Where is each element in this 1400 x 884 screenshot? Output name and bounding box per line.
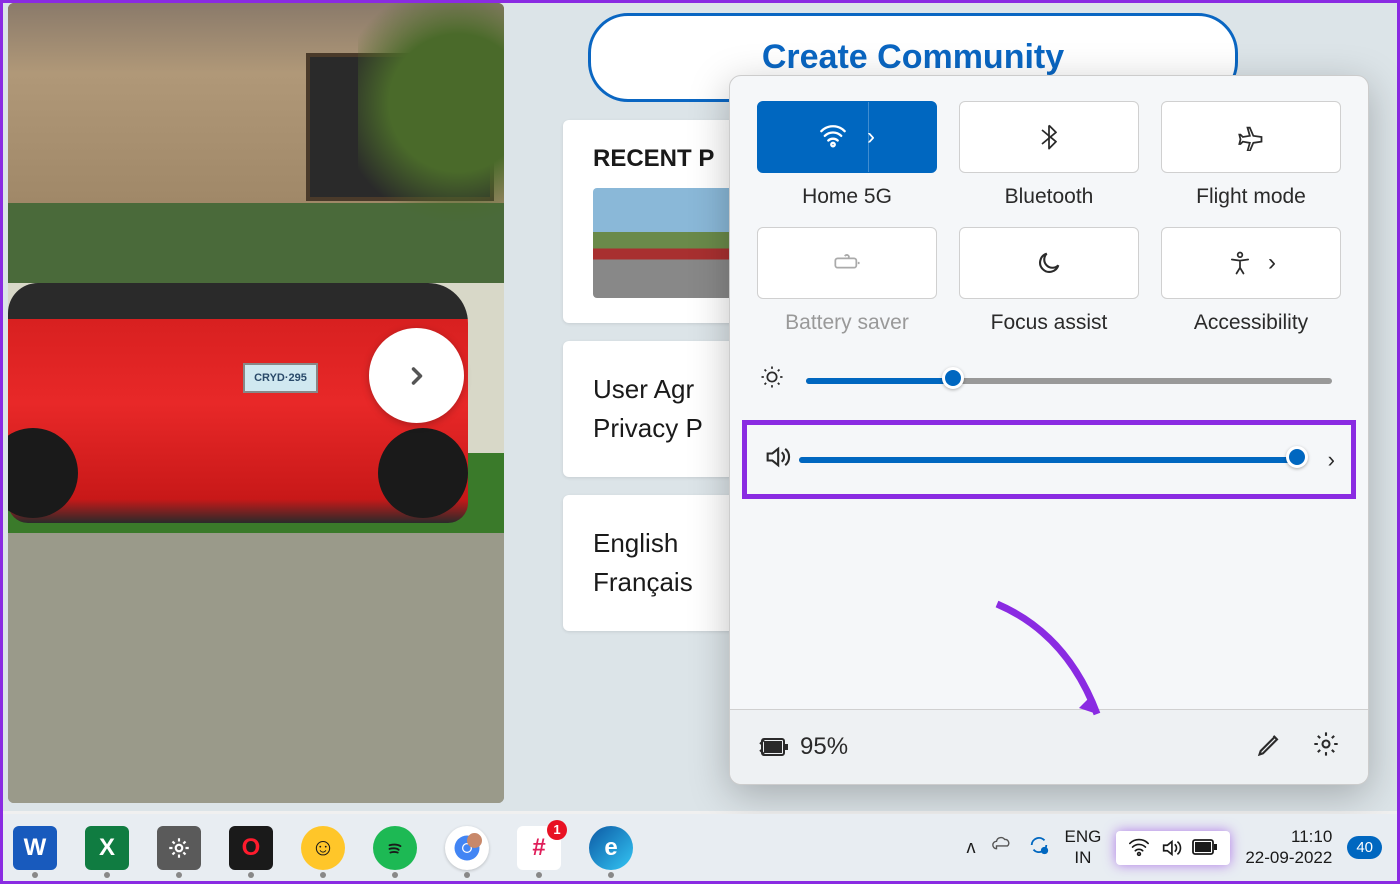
battery-saver-icon (833, 249, 861, 277)
battery-saver-label: Battery saver (785, 311, 909, 335)
next-image-button[interactable] (369, 328, 464, 423)
speaker-icon (763, 443, 791, 476)
chevron-right-icon: › (1268, 249, 1276, 277)
battery-saver-toggle[interactable] (757, 227, 937, 299)
taskbar-app-word[interactable]: W (13, 826, 57, 870)
flight-mode-toggle[interactable] (1161, 101, 1341, 173)
recent-post-thumbnail[interactable] (593, 188, 743, 298)
taskbar-app-opera[interactable]: O (229, 826, 273, 870)
gear-icon (1312, 730, 1340, 758)
accessibility-icon (1226, 249, 1254, 277)
taskbar-app-chrome[interactable] (445, 826, 489, 870)
battery-icon (1192, 839, 1218, 857)
airplane-icon (1237, 123, 1265, 151)
tray-show-hidden-icon[interactable]: ʌ (967, 837, 976, 858)
volume-output-button[interactable]: › (1328, 447, 1335, 473)
annotation-arrow (977, 584, 1127, 739)
tray-clock[interactable]: 11:10 22-09-2022 (1245, 827, 1332, 868)
chrome-icon (452, 833, 482, 863)
wifi-toggle[interactable]: › (757, 101, 937, 173)
tray-sync-icon[interactable] (1028, 834, 1050, 861)
focus-assist-toggle[interactable] (959, 227, 1139, 299)
taskbar: W X O ☺ # 1 e ʌ ENG (3, 814, 1397, 881)
tray-notification-count[interactable]: 40 (1347, 836, 1382, 859)
gear-icon (166, 835, 192, 861)
tray-onedrive-icon[interactable] (991, 834, 1013, 861)
edit-quick-settings-button[interactable] (1256, 730, 1284, 765)
taskbar-app-basecamp[interactable]: ☺ (301, 826, 345, 870)
brightness-slider[interactable] (806, 378, 1332, 384)
bluetooth-label: Bluetooth (1005, 185, 1094, 209)
chevron-right-icon (403, 362, 431, 390)
wifi-label: Home 5G (802, 185, 892, 209)
bluetooth-toggle[interactable] (959, 101, 1139, 173)
accessibility-label: Accessibility (1194, 311, 1308, 335)
license-plate: CRYD·295 (243, 363, 318, 393)
taskbar-app-edge[interactable]: e (589, 826, 633, 870)
volume-slider[interactable] (799, 457, 1302, 463)
post-image[interactable]: CRYD·295 (8, 3, 504, 803)
spotify-icon (384, 837, 406, 859)
taskbar-app-spotify[interactable] (373, 826, 417, 870)
flight-mode-label: Flight mode (1196, 185, 1306, 209)
taskbar-app-excel[interactable]: X (85, 826, 129, 870)
battery-status[interactable]: 95% (758, 733, 848, 761)
moon-icon (1035, 249, 1063, 277)
focus-assist-label: Focus assist (991, 311, 1108, 335)
desktop-content: CRYD·295 Create Community RECENT P User … (3, 3, 1397, 811)
accessibility-toggle[interactable]: › (1161, 227, 1341, 299)
brightness-row (730, 355, 1368, 406)
pencil-icon (1256, 730, 1284, 758)
taskbar-app-settings[interactable] (157, 826, 201, 870)
bluetooth-icon (1035, 123, 1063, 151)
settings-button[interactable] (1312, 730, 1340, 765)
taskbar-app-slack[interactable]: # 1 (517, 826, 561, 870)
tray-system-icons[interactable] (1116, 831, 1230, 865)
tray-language[interactable]: ENG IN (1065, 827, 1102, 868)
wifi-icon (1128, 837, 1150, 859)
volume-row-highlighted: › (742, 420, 1356, 499)
speaker-icon (1160, 837, 1182, 859)
brightness-icon (758, 363, 798, 398)
battery-charging-icon (758, 736, 790, 758)
wifi-icon (819, 123, 847, 151)
